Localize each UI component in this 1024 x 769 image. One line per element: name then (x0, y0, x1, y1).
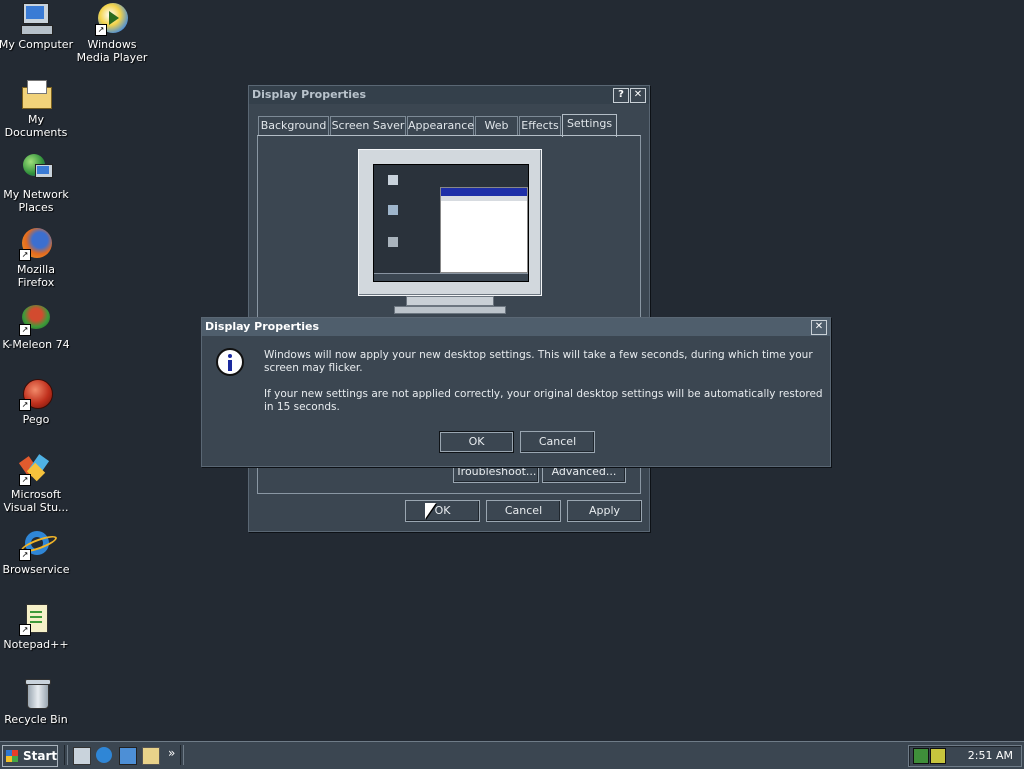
desktop-icon-label: Windows Media Player (76, 38, 148, 64)
outlook-express-icon[interactable] (119, 747, 137, 765)
shortcut-arrow-icon: ↗ (19, 324, 31, 336)
safely-remove-tray-icon[interactable] (930, 748, 946, 764)
info-icon (216, 348, 244, 376)
notepad-plus-plus-icon: ↗ (19, 602, 53, 636)
shortcut-arrow-icon: ↗ (95, 24, 107, 36)
taskbar-divider (64, 745, 68, 765)
shortcut-arrow-icon: ↗ (19, 474, 31, 486)
network-places-icon (19, 152, 53, 186)
dialog-cancel-button[interactable]: Cancel (520, 431, 595, 453)
computer-icon (19, 2, 53, 36)
desktop-icon-notepad-plus-plus[interactable]: ↗ Notepad++ (0, 602, 74, 651)
desktop-icon-browservice[interactable]: ↗ Browservice (0, 527, 74, 576)
window-titlebar[interactable]: Display Properties ? ✕ (249, 86, 649, 104)
desktop-icon-label: Notepad++ (3, 638, 69, 651)
desktop-icon-label: My Network Places (3, 188, 69, 214)
pego-icon: ↗ (19, 377, 53, 411)
dialog-titlebar[interactable]: Display Properties ✕ (202, 318, 830, 336)
folder-icon (19, 77, 53, 111)
media-player-icon: ↗ (95, 2, 129, 36)
tab-appearance[interactable]: Appearance (407, 116, 474, 136)
monitor-preview (358, 149, 542, 296)
dialog-title: Display Properties (205, 320, 320, 333)
desktop-icon-label: Recycle Bin (4, 713, 68, 726)
preview-desktop-icon (388, 175, 398, 185)
desktop-icon-label: Pego (22, 413, 50, 426)
clock[interactable]: 2:51 AM (968, 749, 1013, 762)
monitor-base (394, 306, 506, 314)
desktop-icon-label: Mozilla Firefox (17, 263, 55, 289)
desktop-icon-label: Microsoft Visual Stu... (3, 488, 69, 514)
mouse-cursor-icon (425, 503, 436, 519)
desktop-icon-my-documents[interactable]: My Documents (0, 77, 74, 139)
desktop-icon-label: Browservice (2, 563, 70, 576)
preview-taskbar (374, 273, 528, 281)
preview-desktop-icon (388, 237, 398, 247)
tab-effects[interactable]: Effects (519, 116, 561, 136)
ok-button[interactable]: OK (405, 500, 480, 522)
desktop-icon-label: My Documents (4, 113, 68, 139)
cancel-button[interactable]: Cancel (486, 500, 561, 522)
windows-logo-icon (6, 750, 18, 762)
desktop-icon-pego[interactable]: ↗ Pego (0, 377, 74, 426)
tab-background[interactable]: Background (258, 116, 329, 136)
dialog-message-1: Windows will now apply your new desktop … (264, 349, 813, 374)
k-meleon-icon: ↗ (19, 302, 53, 336)
desktop-icon-windows-media-player[interactable]: ↗ Windows Media Player (74, 2, 150, 64)
dialog-ok-button[interactable]: OK (439, 431, 514, 453)
preview-screen (373, 164, 529, 282)
taskbar-divider (180, 745, 184, 765)
shortcut-arrow-icon: ↗ (19, 624, 31, 636)
confirm-dialog: Display Properties ✕ Windows will now ap… (201, 317, 831, 467)
tab-strip: Background Screen Saver Appearance Web E… (258, 114, 638, 137)
start-button[interactable]: Start (2, 745, 58, 767)
visual-studio-icon: ↗ (18, 452, 53, 486)
preview-desktop-icon (388, 205, 398, 215)
shortcut-arrow-icon: ↗ (19, 399, 31, 411)
tab-web[interactable]: Web (475, 116, 518, 136)
preview-window (440, 187, 528, 273)
internet-explorer-icon[interactable] (96, 747, 112, 763)
internet-explorer-icon: ↗ (19, 527, 59, 561)
desktop-icon-my-computer[interactable]: My Computer (0, 2, 74, 51)
recycle-bin-icon (19, 677, 53, 711)
network-tray-icon[interactable] (913, 748, 929, 764)
search-icon[interactable] (142, 747, 160, 765)
show-desktop-icon[interactable] (73, 747, 91, 765)
taskbar: Start » 2:51 AM (0, 741, 1024, 769)
dialog-message-2: If your new settings are not applied cor… (264, 388, 823, 413)
desktop-icon-recycle-bin[interactable]: Recycle Bin (0, 677, 74, 726)
desktop-icon-mozilla-firefox[interactable]: ↗ Mozilla Firefox (0, 227, 74, 289)
system-tray: 2:51 AM (908, 745, 1022, 767)
desktop-icon-my-network-places[interactable]: My Network Places (0, 152, 74, 214)
help-button[interactable]: ? (613, 88, 629, 103)
monitor-stand (406, 296, 494, 306)
shortcut-arrow-icon: ↗ (19, 249, 31, 261)
close-button[interactable]: ✕ (630, 88, 646, 103)
desktop-icon-label: K-Meleon 74 (2, 338, 70, 351)
dialog-close-button[interactable]: ✕ (811, 320, 827, 335)
tab-settings[interactable]: Settings (562, 114, 617, 137)
apply-button[interactable]: Apply (567, 500, 642, 522)
desktop-icon-microsoft-visual-studio[interactable]: ↗ Microsoft Visual Stu... (0, 452, 74, 514)
window-title: Display Properties (252, 88, 367, 101)
tab-screen-saver[interactable]: Screen Saver (330, 116, 406, 136)
firefox-icon: ↗ (19, 227, 53, 261)
desktop-icon-label: My Computer (0, 38, 74, 51)
desktop-icon-k-meleon[interactable]: ↗ K-Meleon 74 (0, 302, 74, 351)
shortcut-arrow-icon: ↗ (19, 549, 31, 561)
quick-launch-chevron-icon[interactable]: » (168, 746, 175, 760)
start-label: Start (23, 749, 58, 763)
